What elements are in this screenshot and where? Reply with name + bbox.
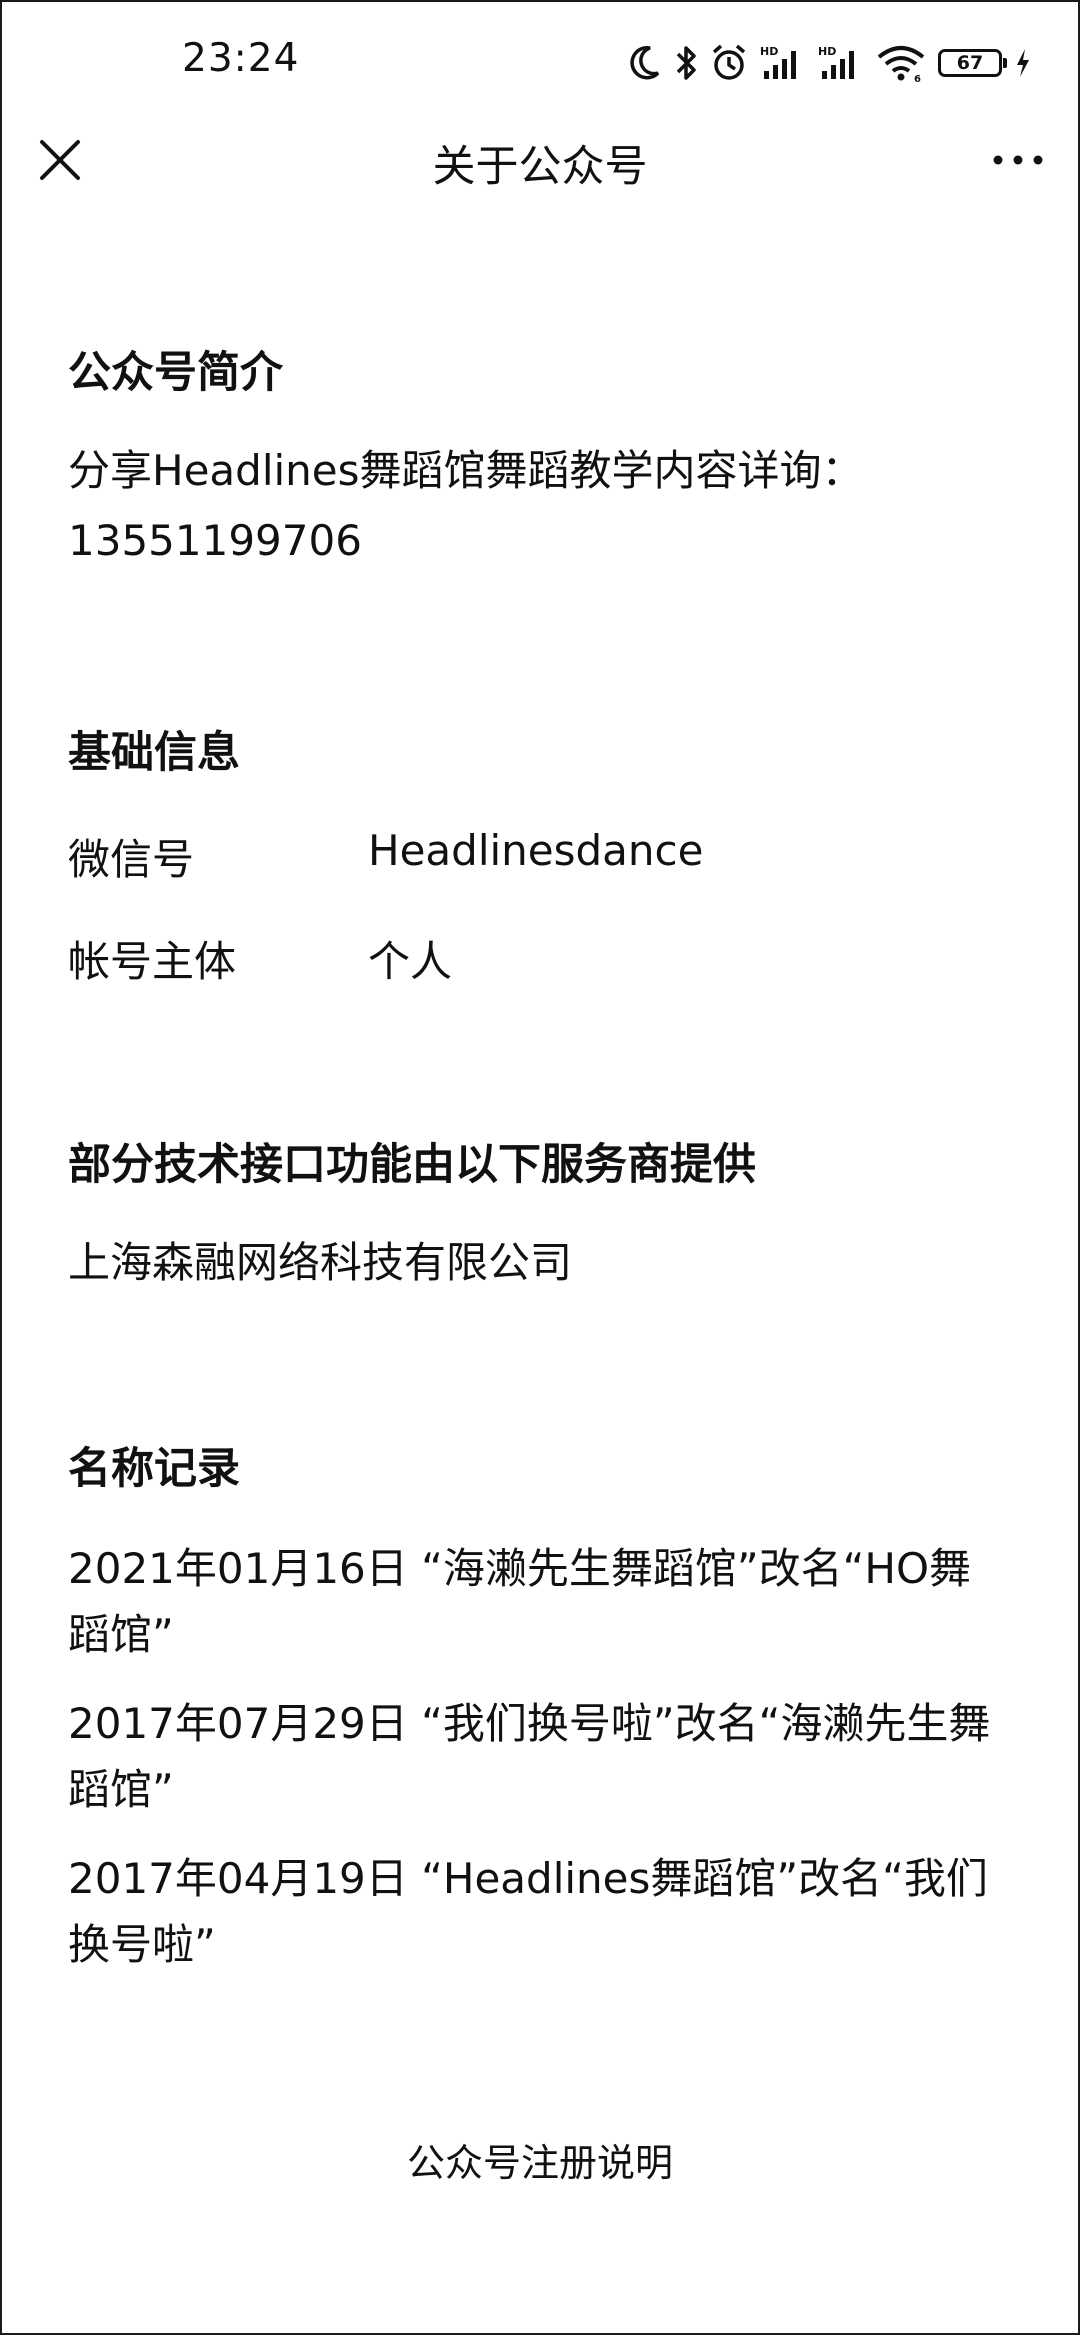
name-record: 2017年04月19日 “Headlines舞蹈馆”改名“我们换号啦” bbox=[68, 1854, 988, 1969]
status-bar: 23:24 HD HD 6 67 bbox=[0, 0, 1080, 120]
charging-icon bbox=[1014, 43, 1032, 83]
wechat-id-label: 微信号 bbox=[68, 835, 195, 884]
service-provider: 上海森融网络科技有限公司 bbox=[68, 1238, 573, 1287]
hd-signal-icon: HD bbox=[818, 43, 864, 83]
name-record: 2017年07月29日 “我们换号啦”改名“海濑先生舞蹈馆” bbox=[68, 1699, 991, 1814]
status-time: 23:24 bbox=[182, 36, 300, 81]
svg-text:HD: HD bbox=[818, 45, 836, 58]
moon-icon bbox=[628, 43, 662, 83]
status-icons: HD HD 6 67 bbox=[628, 38, 1032, 88]
wechat-id-value: Headlinesdance bbox=[368, 826, 704, 875]
name-history-heading: 名称记录 bbox=[68, 1444, 240, 1494]
hd-signal-icon: HD bbox=[760, 43, 806, 83]
page-title: 关于公众号 bbox=[432, 142, 648, 192]
account-owner-label: 帐号主体 bbox=[68, 937, 237, 986]
intro-text: 分享Headlines舞蹈馆舞蹈教学内容详询：13551199706 bbox=[68, 446, 864, 565]
account-owner-value: 个人 bbox=[368, 937, 453, 986]
wifi-icon: 6 bbox=[876, 43, 926, 83]
alarm-icon bbox=[710, 43, 748, 83]
registration-info-link[interactable]: 公众号注册说明 bbox=[0, 2132, 1080, 2187]
intro-heading: 公众号简介 bbox=[68, 348, 283, 398]
more-icon[interactable] bbox=[978, 132, 1058, 188]
svg-text:HD: HD bbox=[760, 45, 778, 58]
bluetooth-icon bbox=[674, 43, 698, 83]
battery-icon: 67 bbox=[938, 49, 1007, 77]
basic-info-heading: 基础信息 bbox=[68, 728, 240, 778]
svg-text:6: 6 bbox=[914, 74, 921, 83]
service-heading: 部分技术接口功能由以下服务商提供 bbox=[68, 1140, 756, 1190]
name-record: 2021年01月16日 “海濑先生舞蹈馆”改名“HO舞蹈馆” bbox=[68, 1544, 972, 1659]
nav-bar: 关于公众号 bbox=[0, 110, 1080, 210]
